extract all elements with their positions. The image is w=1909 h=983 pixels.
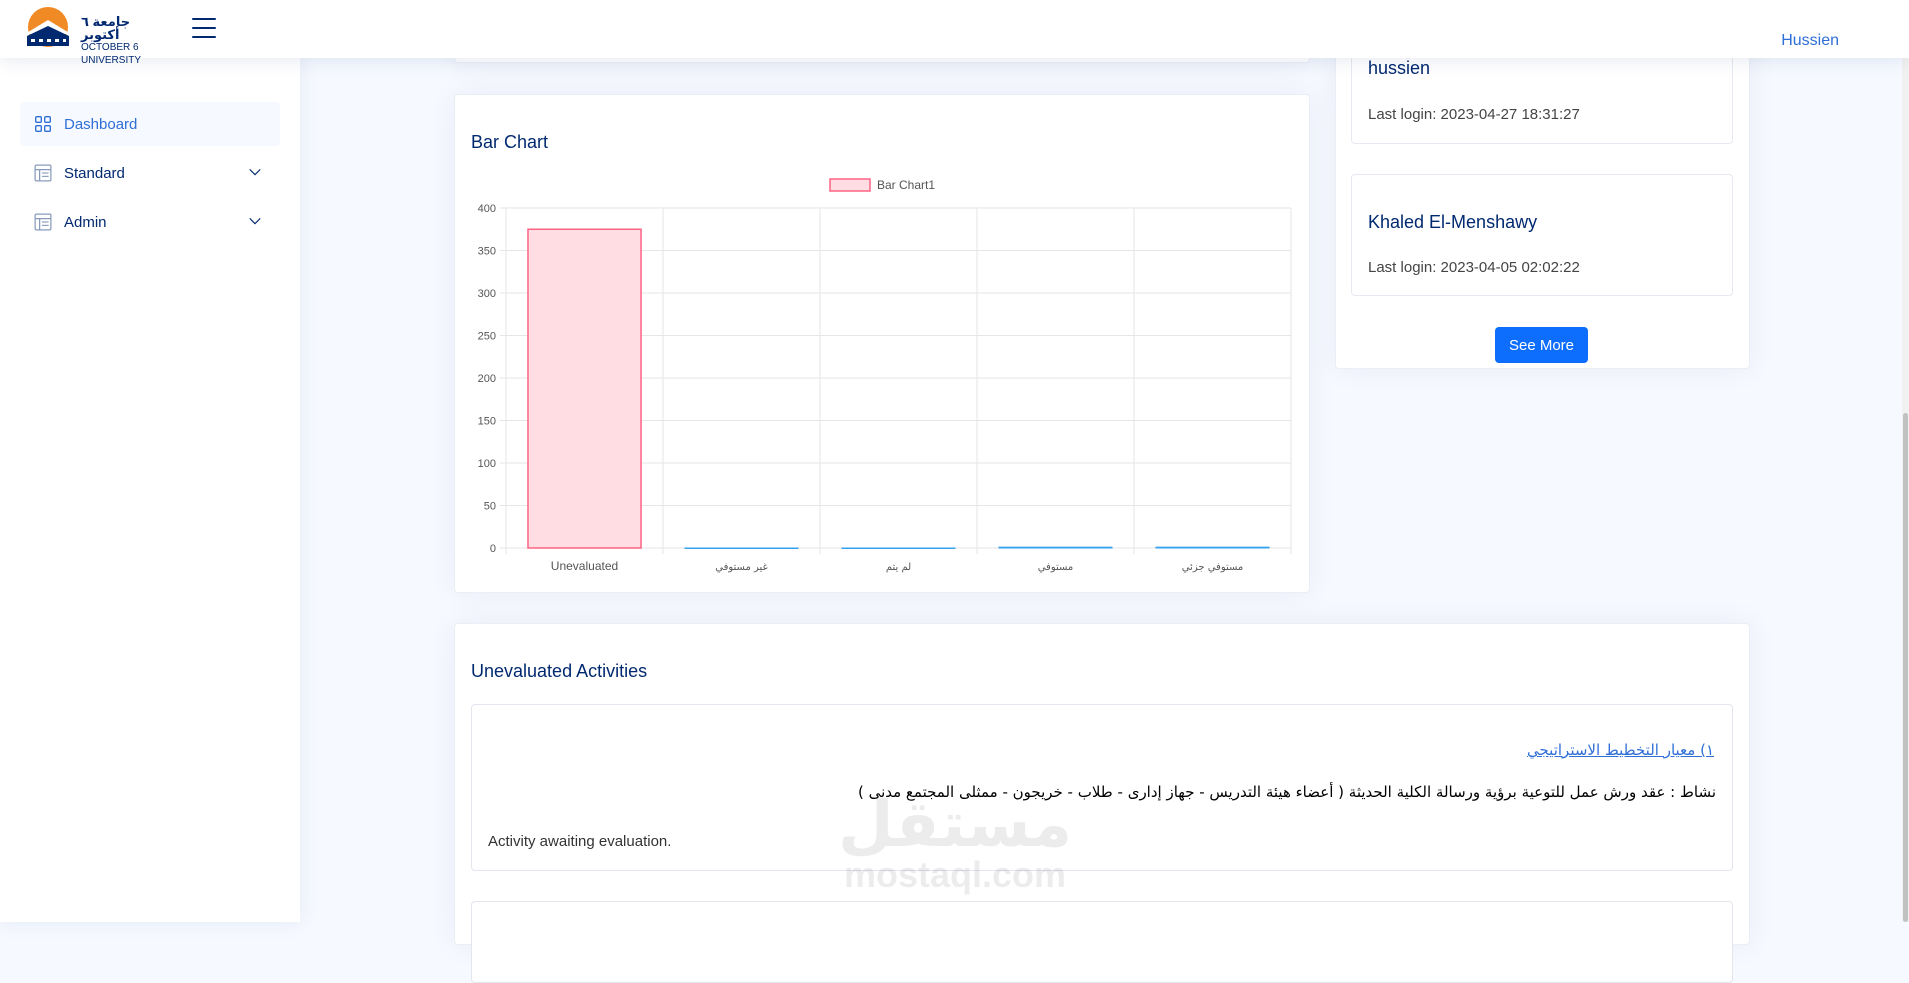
- sidebar-toggle-icon[interactable]: [192, 18, 216, 38]
- x-tick-label: Unevaluated: [551, 559, 618, 573]
- bar-chart: 0 50 100 150 200 250 300 350 400 Unevaluated غير م…: [478, 178, 1292, 573]
- user-name: hussien: [1368, 58, 1431, 78]
- y-tick-label: 0: [490, 543, 496, 555]
- logo-text-ar: جامعة ٦ أكتوبر: [81, 14, 131, 42]
- sidebar-item-label: Dashboard: [64, 115, 138, 133]
- y-tick-label: 200: [478, 373, 496, 385]
- x-tick-label: غير مستوفي: [715, 562, 768, 573]
- scrollbar-thumb[interactable]: [1903, 413, 1908, 922]
- bar: [684, 547, 799, 549]
- activity-standard-link[interactable]: ١) معيار التخطيط الاستراتيجي: [1527, 741, 1714, 759]
- y-tick-label: 150: [478, 416, 496, 428]
- bar: [998, 546, 1113, 549]
- top-header: جامعة ٦ أكتوبر OCTOBER 6 UNIVERSITY Huss…: [0, 0, 1909, 66]
- unevaluated-activities-card: Unevaluated Activities ١) معيار التخطيط …: [454, 623, 1750, 983]
- y-tick-label: 300: [478, 288, 496, 300]
- university-logo[interactable]: جامعة ٦ أكتوبر OCTOBER 6 UNIVERSITY: [21, 6, 171, 66]
- chevron-down-icon: [249, 168, 261, 176]
- user-name: Khaled El-Menshawy: [1368, 212, 1538, 232]
- scrollbar[interactable]: [1902, 0, 1909, 922]
- layout-text-icon: [34, 213, 52, 231]
- watermark-en: mostaql.com: [843, 854, 1067, 895]
- user-last-login: Last login: 2023-04-27 18:31:27: [1368, 106, 1580, 123]
- watermark-ar: مستقل: [838, 788, 1073, 862]
- activity-item: [471, 901, 1733, 983]
- see-more-button[interactable]: See More: [1495, 327, 1588, 363]
- y-tick-label: 350: [478, 246, 496, 258]
- y-tick-label: 250: [478, 331, 496, 343]
- x-tick-label: لم يتم: [886, 562, 911, 573]
- profile-username[interactable]: Hussien: [1781, 32, 1839, 50]
- activities-card-title: Unevaluated Activities: [471, 661, 648, 681]
- bar: [1155, 546, 1270, 549]
- y-tick-label: 50: [484, 501, 496, 513]
- logo-text-en: OCTOBER 6 UNIVERSITY: [81, 42, 142, 66]
- legend-label: Bar Chart1: [877, 178, 935, 192]
- bar-chart-card: Bar Chart 0 50 100 150 200 250 300 350 400 Uneval…: [454, 94, 1310, 593]
- user-last-login: Last login: 2023-04-05 02:02:22: [1368, 259, 1580, 276]
- x-tick-label: مستوفي: [1038, 562, 1074, 573]
- legend-swatch: [829, 178, 871, 192]
- logo-text: جامعة ٦ أكتوبر OCTOBER 6 UNIVERSITY: [81, 15, 171, 67]
- sidebar-item-dashboard[interactable]: Dashboard: [20, 102, 280, 146]
- activity-status: Activity awaiting evaluation.: [488, 833, 672, 850]
- sidebar: Dashboard Standard Admin: [0, 58, 300, 922]
- sidebar-item-label: Admin: [64, 213, 107, 231]
- sidebar-item-standard[interactable]: Standard: [20, 151, 280, 195]
- sidebar-item-label: Standard: [64, 164, 125, 182]
- x-tick-label: مستوفي جزئي: [1182, 562, 1244, 573]
- user-card: Khaled El-Menshawy Last login: 2023-04-0…: [1351, 174, 1733, 296]
- chevron-down-icon: [249, 217, 261, 225]
- watermark: مستقل mostaql.com: [838, 793, 1072, 893]
- layout-text-icon: [34, 164, 52, 182]
- sidebar-item-admin[interactable]: Admin: [20, 200, 280, 244]
- activity-item: ١) معيار التخطيط الاستراتيجي نشاط : عقد …: [471, 704, 1733, 871]
- bar: [527, 228, 642, 549]
- y-tick-label: 400: [478, 203, 496, 215]
- grid-icon: [35, 116, 51, 132]
- logo-icon: [25, 7, 71, 47]
- y-tick-label: 100: [478, 458, 496, 470]
- bar: [841, 547, 956, 549]
